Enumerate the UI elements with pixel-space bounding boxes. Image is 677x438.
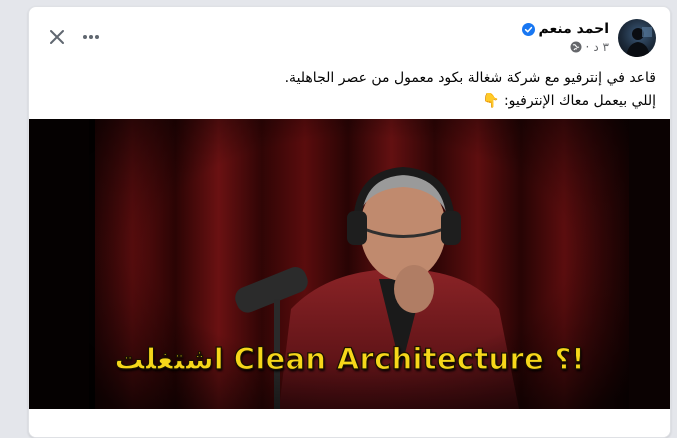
- post-text-line-1: قاعد في إنترفيو مع شركة شغالة بكود معمول…: [284, 70, 656, 86]
- post-header: احمد منعم ٣ د ·: [29, 7, 670, 65]
- more-options-button[interactable]: [75, 21, 107, 53]
- author-name[interactable]: احمد منعم: [539, 21, 610, 37]
- reactions-bar: [29, 409, 670, 437]
- separator-dot: ·: [585, 40, 590, 54]
- post-text: قاعد في إنترفيو مع شركة شغالة بكود معمول…: [45, 67, 656, 113]
- more-horizontal-icon: [83, 35, 99, 39]
- video-caption: اشتغلت Clean Architecture ؟!: [114, 341, 585, 376]
- post-video[interactable]: اشتغلت Clean Architecture ؟!: [29, 119, 670, 409]
- globe-icon[interactable]: [570, 41, 582, 53]
- close-icon: [50, 30, 64, 44]
- post-meta: ٣ د ·: [570, 40, 609, 54]
- post-time[interactable]: ٣ د: [593, 40, 609, 54]
- pointing-down-emoji: 👇: [482, 93, 500, 109]
- author-row: احمد منعم: [521, 21, 610, 37]
- verified-badge-icon: [521, 22, 535, 36]
- avatar-image: [626, 27, 652, 57]
- avatar[interactable]: [618, 19, 656, 57]
- close-button[interactable]: [41, 21, 73, 53]
- post-card: احمد منعم ٣ د · قاعد في إنترفيو مع شركة …: [28, 6, 671, 438]
- post-text-line-2-text: إللي بيعمل معاك الإنترفيو:: [503, 93, 656, 109]
- post-text-line-2: إللي بيعمل معاك الإنترفيو: 👇: [45, 90, 656, 113]
